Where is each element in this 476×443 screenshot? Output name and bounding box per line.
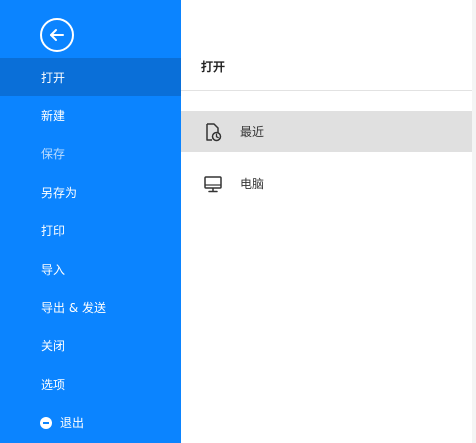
back-button[interactable] [40,18,74,52]
sidebar-menu: 打开 新建 保存 另存为 打印 导入 导出 & 发送 关闭 选项 退出 [0,58,181,442]
open-option-computer[interactable]: 电脑 [181,163,472,204]
sidebar-item-close[interactable]: 关闭 [0,327,181,365]
file-backstage-view: 打开 新建 保存 另存为 打印 导入 导出 & 发送 关闭 选项 退出 打开 最… [0,0,476,443]
sidebar-item-save[interactable]: 保存 [0,135,181,173]
sidebar-item-open[interactable]: 打开 [0,58,181,97]
sidebar-item-exit[interactable]: 退出 [0,404,181,442]
title-divider [181,90,472,91]
sidebar-item-label: 导入 [41,262,66,277]
sidebar-item-save-as[interactable]: 另存为 [0,173,181,211]
sidebar-item-label: 保存 [41,147,66,162]
minus-circle-icon [40,416,52,429]
sidebar-item-label: 打印 [41,224,66,239]
option-label: 电脑 [240,177,265,191]
sidebar: 打开 新建 保存 另存为 打印 导入 导出 & 发送 关闭 选项 退出 [0,0,181,443]
sidebar-item-options[interactable]: 选项 [0,365,181,403]
arrow-left-icon [50,29,64,41]
sidebar-item-import[interactable]: 导入 [0,250,181,288]
sidebar-item-new[interactable]: 新建 [0,96,181,134]
sidebar-item-label: 打开 [41,70,66,85]
option-label: 最近 [240,125,265,139]
panel-scrollbar[interactable] [472,0,476,443]
sidebar-item-label: 选项 [41,377,66,392]
sidebar-item-print[interactable]: 打印 [0,212,181,250]
sidebar-item-label: 另存为 [41,185,78,200]
open-option-recent[interactable]: 最近 [181,111,472,152]
sidebar-item-export-send[interactable]: 导出 & 发送 [0,288,181,326]
monitor-icon [203,174,223,194]
sidebar-item-label: 关闭 [41,339,66,354]
sidebar-item-label: 退出 [60,416,85,431]
page-title: 打开 [201,60,226,74]
recent-file-clock-icon [203,122,223,142]
main-panel: 打开 最近 电脑 [181,0,476,443]
sidebar-item-label: 导出 & 发送 [41,301,106,316]
sidebar-item-label: 新建 [41,109,66,124]
